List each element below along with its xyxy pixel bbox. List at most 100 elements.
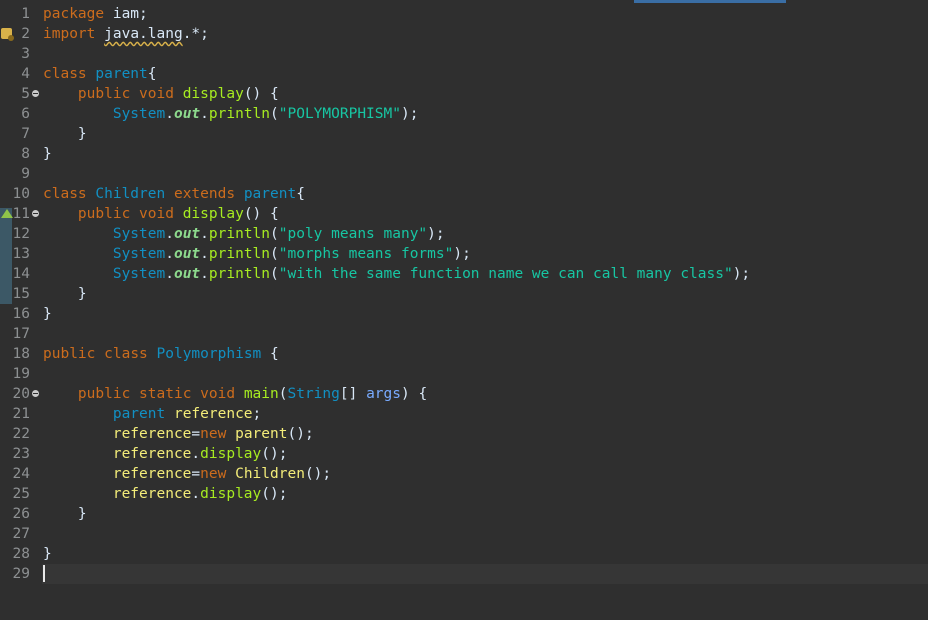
gutter-line: 19 bbox=[0, 364, 42, 384]
code-line[interactable] bbox=[42, 524, 928, 544]
code-token: (); bbox=[287, 426, 314, 442]
gutter-line: 18 bbox=[0, 344, 42, 364]
code-line[interactable] bbox=[42, 364, 928, 384]
code-token: Children bbox=[235, 466, 305, 482]
override-icon[interactable] bbox=[1, 209, 13, 218]
fold-collapse-icon[interactable] bbox=[32, 90, 39, 97]
code-line[interactable]: } bbox=[42, 144, 928, 164]
code-token: } bbox=[43, 126, 87, 142]
code-token: . bbox=[165, 266, 174, 282]
line-number: 24 bbox=[12, 466, 30, 482]
gutter-line: 29 bbox=[0, 564, 42, 584]
code-token: . bbox=[200, 226, 209, 242]
code-token: parent bbox=[243, 186, 297, 202]
line-number: 21 bbox=[12, 406, 30, 422]
code-line[interactable]: reference.display(); bbox=[42, 444, 928, 464]
line-number: 12 bbox=[12, 226, 30, 242]
code-text-area[interactable]: package iam; import java.lang.*; class par… bbox=[42, 4, 928, 620]
code-line[interactable]: class Children extends parent{ bbox=[42, 184, 928, 204]
fold-collapse-icon[interactable] bbox=[32, 390, 39, 397]
code-line[interactable]: } bbox=[42, 284, 928, 304]
line-number-gutter[interactable]: 1 2 3 4 5 6 7 8 9 10 11 12 13 14 15 16 17 18 19 20 21 22 23 24 2… bbox=[0, 4, 42, 620]
code-token: (); bbox=[261, 486, 288, 502]
code-line[interactable] bbox=[42, 564, 928, 584]
code-line[interactable]: public void display() { bbox=[42, 84, 928, 104]
code-token: parent bbox=[235, 426, 288, 442]
code-token: ; bbox=[252, 406, 262, 422]
code-line[interactable]: import java.lang.*; bbox=[42, 24, 928, 44]
code-token: . bbox=[165, 246, 174, 262]
code-token: ( bbox=[270, 106, 279, 122]
code-token: (); bbox=[304, 466, 332, 482]
code-line[interactable]: reference=new parent(); bbox=[42, 424, 928, 444]
line-number: 22 bbox=[12, 426, 30, 442]
code-token: () { bbox=[243, 86, 279, 102]
line-number: 4 bbox=[21, 66, 30, 82]
code-line[interactable]: public static void main(String[] args) { bbox=[42, 384, 928, 404]
gutter-line: 21 bbox=[0, 404, 42, 424]
code-line[interactable] bbox=[42, 44, 928, 64]
code-line[interactable]: } bbox=[42, 544, 928, 564]
line-number: 19 bbox=[12, 366, 30, 382]
code-token: reference bbox=[112, 486, 192, 502]
code-line[interactable]: } bbox=[42, 124, 928, 144]
code-token: main bbox=[243, 386, 279, 402]
code-token: "poly means many" bbox=[278, 226, 428, 242]
code-line[interactable]: public void display() { bbox=[42, 204, 928, 224]
code-line[interactable]: public class Polymorphism { bbox=[42, 344, 928, 364]
code-line[interactable] bbox=[42, 324, 928, 344]
code-editor[interactable]: 1 2 3 4 5 6 7 8 9 10 11 12 13 14 15 16 17 18 19 20 21 22 23 24 2… bbox=[0, 0, 928, 620]
code-token: public bbox=[77, 206, 131, 222]
line-number: 8 bbox=[21, 146, 30, 162]
code-token: ( bbox=[270, 266, 279, 282]
fold-collapse-icon[interactable] bbox=[32, 210, 39, 217]
line-number: 3 bbox=[21, 46, 30, 62]
code-token: ); bbox=[427, 226, 445, 242]
code-token: parent bbox=[95, 66, 148, 82]
gutter-line: 14 bbox=[0, 264, 42, 284]
code-token: "with the same function name we can call… bbox=[278, 266, 733, 282]
code-line[interactable]: System.out.println("with the same functi… bbox=[42, 264, 928, 284]
code-token: println bbox=[208, 106, 271, 122]
code-line[interactable]: parent reference; bbox=[42, 404, 928, 424]
code-token: reference bbox=[112, 426, 192, 442]
gutter-line: 8 bbox=[0, 144, 42, 164]
code-line[interactable]: System.out.println("morphs means forms")… bbox=[42, 244, 928, 264]
code-line[interactable]: class parent{ bbox=[42, 64, 928, 84]
gutter-line: 3 bbox=[0, 44, 42, 64]
line-number: 17 bbox=[12, 326, 30, 342]
code-line[interactable]: System.out.println("POLYMORPHISM"); bbox=[42, 104, 928, 124]
code-line[interactable]: reference=new Children(); bbox=[42, 464, 928, 484]
code-token: out bbox=[173, 246, 201, 262]
code-token: static bbox=[139, 386, 192, 402]
code-line[interactable]: } bbox=[42, 304, 928, 324]
code-line[interactable] bbox=[42, 164, 928, 184]
code-token: void bbox=[139, 86, 174, 102]
code-line[interactable]: reference.display(); bbox=[42, 484, 928, 504]
warning-icon[interactable] bbox=[1, 28, 14, 41]
line-number: 28 bbox=[12, 546, 30, 562]
code-token: display bbox=[182, 86, 244, 102]
code-token: ( bbox=[270, 246, 279, 262]
code-line[interactable]: System.out.println("poly means many"); bbox=[42, 224, 928, 244]
code-line[interactable]: } bbox=[42, 504, 928, 524]
code-token: = bbox=[191, 426, 201, 442]
code-token: ) { bbox=[401, 386, 428, 402]
gutter-line: 11 bbox=[0, 204, 42, 224]
code-token: . bbox=[191, 486, 201, 502]
code-token: class bbox=[104, 346, 148, 362]
code-line[interactable]: package iam; bbox=[42, 4, 928, 24]
gutter-line: 24 bbox=[0, 464, 42, 484]
line-number: 13 bbox=[12, 246, 30, 262]
